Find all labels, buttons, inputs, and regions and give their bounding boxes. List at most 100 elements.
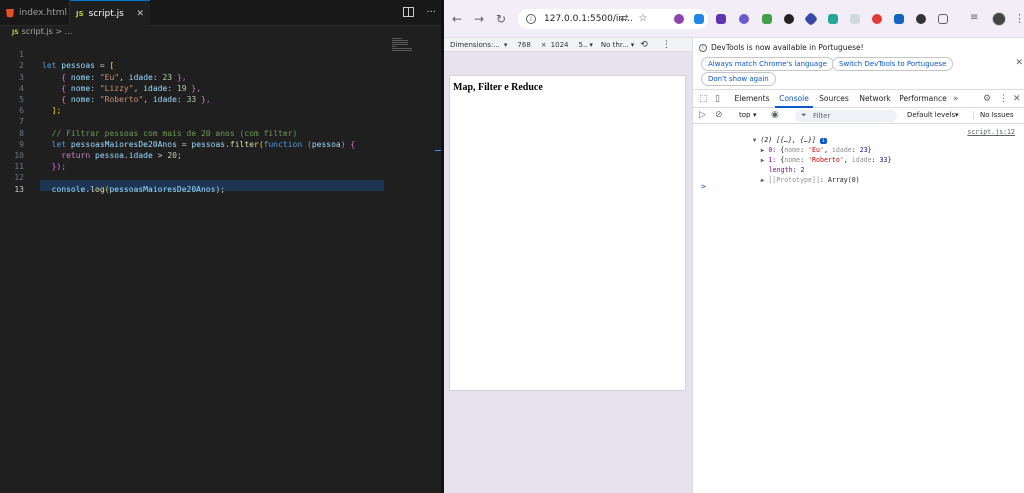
devtools-panel: i DevTools is now available in Portugues…	[692, 38, 1024, 493]
more-tabs-icon[interactable]: »	[953, 94, 959, 104]
translate-icon[interactable]: ⇄	[620, 13, 628, 24]
tab-network[interactable]: Network	[856, 90, 894, 108]
tab-elements[interactable]: Elements	[733, 90, 771, 108]
code-area[interactable]: 1 let pessoas = [ 2 { nome: "Eu", idade:…	[0, 38, 442, 493]
extension-icon[interactable]	[694, 14, 704, 24]
language-infobar: i DevTools is now available in Portugues…	[693, 38, 1024, 90]
html5-icon	[6, 8, 14, 18]
code-token: pessoasMaioresDe20Anos	[109, 184, 216, 194]
context-select[interactable]: top	[739, 111, 750, 119]
more-actions-icon[interactable]: ···	[426, 7, 436, 18]
tab-script-js[interactable]: JS script.js ✕	[70, 0, 150, 26]
extension-icon[interactable]	[674, 14, 684, 24]
tab-console[interactable]: Console	[775, 90, 813, 108]
viewport-height[interactable]: 1024	[551, 41, 569, 49]
avatar[interactable]	[992, 12, 1006, 26]
page-title: Map, Filter e Reduce	[453, 82, 543, 93]
close-icon[interactable]: ✕	[1013, 94, 1021, 104]
code-line: 3 { nome: "Lizzy", idade: 19 },	[0, 60, 442, 93]
switch-language-button[interactable]: Switch DevTools to Portuguese	[832, 57, 954, 71]
dimensions-select[interactable]: Dimensions:...	[450, 41, 500, 49]
dont-show-again-button[interactable]: Don't show again	[701, 72, 776, 86]
breadcrumb-separator: >	[55, 27, 63, 36]
extensions-puzzle-icon[interactable]	[938, 14, 948, 24]
editor-tabbar: index.html JS script.js ✕ ···	[0, 0, 442, 26]
tab-index-html[interactable]: index.html	[0, 0, 70, 26]
extension-icon[interactable]	[762, 14, 772, 24]
code-line: 9 return pessoa.idade > 20;	[0, 128, 442, 160]
minimap[interactable]	[392, 38, 414, 54]
code-line: 13	[0, 172, 442, 194]
device-toolbar: Dimensions:... ▾ 768 × 1024 5.. ▾ No thr…	[444, 38, 692, 52]
info-icon: i	[699, 44, 707, 52]
editor-actions: ···	[403, 7, 436, 18]
close-icon[interactable]: ✕	[1015, 58, 1023, 68]
prop-key: [[Prototype]]	[768, 176, 820, 184]
back-icon[interactable]: ←	[452, 12, 462, 26]
match-language-button[interactable]: Always match Chrome's language	[701, 57, 834, 71]
chevron-down-icon: ▾	[753, 111, 757, 119]
code-line: 4 { nome: "Roberto", idade: 33 },	[0, 72, 442, 104]
extension-icon[interactable]	[872, 14, 882, 24]
forward-icon[interactable]: →	[474, 12, 484, 26]
console-prompt[interactable]: >	[701, 182, 706, 191]
extension-icon[interactable]	[894, 14, 904, 24]
issues-counter[interactable]: No Issues	[973, 111, 1014, 119]
breadcrumb-file[interactable]: script.js	[22, 27, 53, 36]
bookmark-star-icon[interactable]: ☆	[638, 13, 647, 24]
chevron-down-icon: ▾	[503, 40, 508, 49]
prop-value: 'Roberto'	[808, 156, 844, 164]
throttle-select[interactable]: No thr...	[601, 41, 629, 49]
extension-icon[interactable]	[716, 14, 726, 24]
log-levels-select[interactable]: Default levels	[907, 111, 955, 119]
extension-icon[interactable]	[803, 11, 819, 27]
zoom-select[interactable]: 5..	[578, 41, 587, 49]
code-line: 12 console.log(pessoasMaioresDe20Anos);	[0, 161, 442, 193]
tab-performance[interactable]: Performance	[898, 90, 948, 108]
code-line: 6	[0, 94, 442, 115]
sidebar-toggle-icon[interactable]: ▷	[699, 110, 706, 120]
eye-icon[interactable]: ◉	[771, 110, 779, 120]
page-viewport: Map, Filter e Reduce	[449, 75, 686, 391]
rotate-icon[interactable]: ⟲	[640, 40, 648, 50]
filter-input[interactable]: Filter	[795, 110, 897, 122]
breadcrumb-more[interactable]: ...	[65, 27, 73, 36]
extension-icon[interactable]	[916, 14, 926, 24]
menu-icon[interactable]: ⋮	[1014, 12, 1024, 25]
close-icon[interactable]: ✕	[136, 9, 144, 19]
times-icon: ×	[540, 40, 547, 49]
console-toolbar: ▷ ⊘ top ▾ ◉ Filter ⏷ Default levels ▾ No…	[693, 108, 1024, 124]
code-line: 8 let pessoasMaioresDe20Anos = pessoas.f…	[0, 116, 442, 149]
code-token: console	[51, 184, 86, 194]
viewport-width[interactable]: 768	[517, 41, 530, 49]
extension-icon[interactable]	[739, 14, 749, 24]
tab-sources[interactable]: Sources	[816, 90, 852, 108]
reload-icon[interactable]: ↻	[496, 12, 506, 26]
chevron-down-icon: ▾	[955, 111, 959, 119]
extension-icon[interactable]	[828, 14, 838, 24]
inspect-element-icon[interactable]: ⬚	[699, 94, 708, 104]
device-viewport-area: Map, Filter e Reduce	[444, 52, 692, 493]
js-file-icon: JS	[76, 9, 84, 18]
extension-icon[interactable]	[784, 14, 794, 24]
chevron-down-icon: ▾	[630, 40, 635, 49]
prop-key: idade	[851, 156, 872, 164]
extension-icon[interactable]	[850, 14, 860, 24]
device-toggle-icon[interactable]: ▯	[715, 94, 720, 104]
line-number: 13	[14, 184, 24, 194]
source-link[interactable]: script.js:12	[967, 128, 1015, 136]
more-options-icon[interactable]: ⋮	[999, 94, 1008, 104]
site-info-icon[interactable]: i	[526, 14, 536, 24]
gear-icon[interactable]: ⚙	[983, 94, 991, 104]
tab-label: script.js	[88, 8, 124, 19]
expand-triangle-icon[interactable]: ▶	[761, 177, 765, 184]
js-file-icon: JS	[12, 29, 19, 36]
code-token: );	[215, 184, 226, 194]
tab-search-icon[interactable]: ≡	[970, 12, 978, 23]
vscode-editor: index.html JS script.js ✕ ··· JS script.j…	[0, 0, 442, 493]
split-editor-icon[interactable]	[403, 7, 415, 17]
clear-console-icon[interactable]: ⊘	[715, 110, 723, 120]
devtools-tabbar: ⬚ ▯ Elements Console Sources Network Per…	[693, 90, 1024, 108]
more-options-icon[interactable]: ⋮	[662, 40, 671, 50]
array-prototype[interactable]: ▶ [[Prototype]]: Array(0)	[721, 168, 860, 192]
